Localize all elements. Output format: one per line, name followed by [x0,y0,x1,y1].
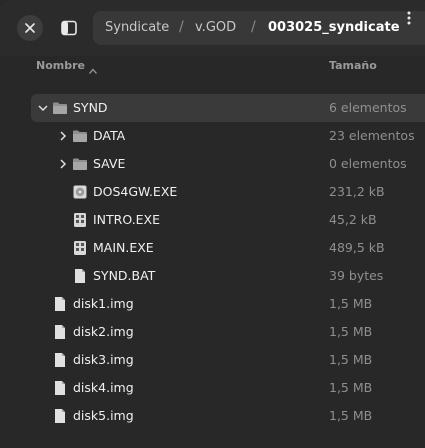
row-name: disk3.img [73,352,134,367]
executable-icon [74,213,86,227]
document-icon [75,269,85,283]
tree-row-main[interactable]: MAIN.EXE 489,5 kB [31,234,425,262]
file-icon [55,381,65,395]
tree-row-disk2[interactable]: disk2.img 1,5 MB [31,318,425,346]
row-size: 0 elementos [329,156,407,171]
row-name: SAVE [93,156,126,171]
tree-row-disk3[interactable]: disk3.img 1,5 MB [31,346,425,374]
row-name: INTRO.EXE [93,212,161,227]
expander-right-icon[interactable] [57,158,69,170]
row-name: SYND [73,100,108,115]
expander-down-icon[interactable] [37,102,49,114]
file-icon [55,297,65,311]
close-button[interactable] [17,15,43,41]
row-size: 1,5 MB [329,324,373,339]
column-size-header[interactable]: Tamaño [329,59,377,72]
folder-icon [73,158,87,170]
row-size: 1,5 MB [329,352,373,367]
folder-icon [53,102,67,114]
close-icon [25,23,35,33]
expander-right-icon[interactable] [57,130,69,142]
breadcrumb-separator: / [179,19,184,35]
header-bar: Syndicate / v.GOD / 003025_syndicate [0,0,425,56]
file-icon [55,409,65,423]
file-manager-window: Syndicate / v.GOD / 003025_syndicate Nom… [0,0,425,448]
tree-row-intro[interactable]: INTRO.EXE 45,2 kB [31,206,425,234]
column-name-header[interactable]: Nombre [36,59,85,72]
disc-executable-icon [73,185,87,199]
tree-row-synd[interactable]: SYND 6 elementos [31,94,425,122]
tree-row-disk1[interactable]: disk1.img 1,5 MB [31,290,425,318]
row-size: 23 elementos [329,128,415,143]
row-name: SYND.BAT [93,268,156,283]
row-size: 6 elementos [329,100,407,115]
file-icon [55,325,65,339]
row-name: disk4.img [73,380,134,395]
row-size: 1,5 MB [329,380,373,395]
path-bar[interactable]: Syndicate / v.GOD / 003025_syndicate [93,11,425,45]
breadcrumb-separator: / [251,19,256,35]
row-size: 1,5 MB [329,408,373,423]
sort-ascending-icon[interactable] [88,60,98,79]
row-name: MAIN.EXE [93,240,154,255]
breadcrumb-current[interactable]: 003025_syndicate [268,20,400,36]
tree-row-save[interactable]: SAVE 0 elementos [31,150,425,178]
row-size: 231,2 kB [329,184,385,199]
tree-row-disk4[interactable]: disk4.img 1,5 MB [31,374,425,402]
row-name: DOS4GW.EXE [93,184,178,199]
row-name: disk5.img [73,408,134,423]
tree-row-data[interactable]: DATA 23 elementos [31,122,425,150]
row-name: disk2.img [73,324,134,339]
row-size: 489,5 kB [329,240,385,255]
path-menu-button[interactable] [399,10,419,26]
breadcrumb-vgod[interactable]: v.GOD [195,20,236,36]
sidebar-toggle-icon [61,20,77,36]
vertical-ellipsis-icon [407,11,411,25]
folder-icon [73,130,87,142]
row-size: 45,2 kB [329,212,377,227]
tree-row-dos4gw[interactable]: DOS4GW.EXE 231,2 kB [31,178,425,206]
tree-row-disk5[interactable]: disk5.img 1,5 MB [31,402,425,430]
column-header: Nombre Tamaño [0,56,425,78]
row-size: 1,5 MB [329,296,373,311]
file-icon [55,353,65,367]
row-name: DATA [93,128,126,143]
tree-row-synd-bat[interactable]: SYND.BAT 39 bytes [31,262,425,290]
row-size: 39 bytes [329,268,384,283]
row-name: disk1.img [73,296,134,311]
executable-icon [74,241,86,255]
breadcrumb-syndicate[interactable]: Syndicate [105,20,169,36]
sidebar-toggle-button[interactable] [55,14,83,42]
